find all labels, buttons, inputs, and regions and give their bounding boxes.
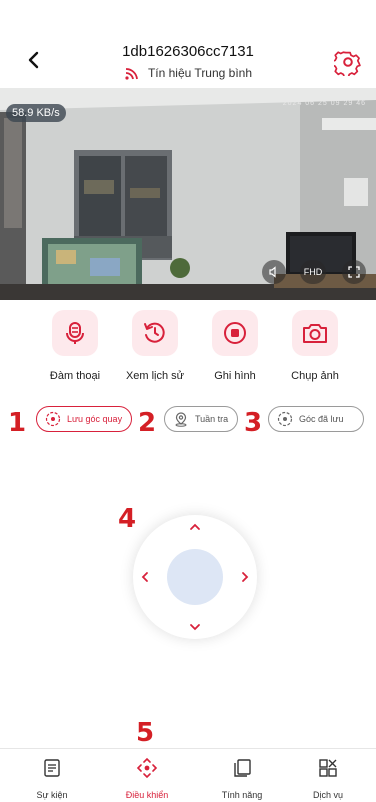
features-stack-icon [234, 759, 251, 777]
action-label-talk: Đàm thoại [49, 370, 101, 382]
bitrate-badge: 58.9 KB/s [6, 104, 66, 122]
fullscreen-button[interactable] [342, 260, 366, 284]
signal-status: Tín hiệu Trung bình [0, 66, 376, 80]
ptz-joystick[interactable] [133, 515, 257, 639]
tab-label-features: Tính năng [221, 790, 263, 800]
action-label-snapshot: Chụp ảnh [291, 370, 339, 382]
saved-angles-label: Góc đã lưu [299, 414, 344, 424]
annotation-4: 4 [118, 504, 137, 534]
joystick-knob[interactable] [167, 549, 223, 605]
settings-gear-icon[interactable] [334, 48, 362, 76]
chevron-left-icon[interactable] [137, 569, 153, 585]
tab-label-events: Sự kiện [36, 790, 68, 800]
tab-features[interactable]: Tính năng [202, 749, 282, 800]
chevron-right-icon[interactable] [237, 569, 253, 585]
action-history[interactable]: Xem lịch sử [110, 310, 200, 382]
fullscreen-icon [348, 266, 360, 278]
device-name: 1db1626306cc7131 [122, 43, 254, 60]
action-icon-container [292, 310, 338, 356]
record-icon [224, 322, 246, 344]
tab-control[interactable]: Điều khiển [107, 749, 187, 800]
patrol-pin-icon [175, 412, 187, 427]
signal-text: Tín hiệu Trung bình [147, 66, 253, 80]
tab-label-services: Dịch vụ [312, 790, 343, 800]
video-timestamp: 2024 06 25 09 29 46 [282, 100, 366, 107]
camera-icon [303, 324, 327, 343]
save-angle-label: Lưu góc quay [67, 414, 123, 424]
action-talk[interactable]: Đàm thoại [30, 310, 120, 382]
header: 1db1626306cc7131 Tín hiệu Trung bình [0, 0, 376, 88]
action-icon-container [132, 310, 178, 356]
ptz-mode-bar: 1 Lưu góc quay 2 Tuần tra 3 Góc đã lưu [0, 402, 376, 436]
wifi-signal-icon [125, 68, 138, 80]
annotation-2: 2 [138, 408, 157, 438]
microphone-icon [66, 322, 84, 344]
services-grid-icon [319, 759, 337, 777]
tab-services[interactable]: Dịch vụ [288, 749, 368, 800]
tab-label-control: Điều khiển [125, 790, 169, 800]
quick-actions: Đàm thoại Xem lịch sử Ghi hình Chụp ảnh [0, 310, 376, 386]
tab-events[interactable]: Sự kiện [12, 749, 92, 800]
bottom-tab-bar: Sự kiện Điều khiển Tính năng Dịch vụ [0, 748, 376, 802]
mute-button[interactable] [262, 260, 286, 284]
speaker-icon [269, 266, 276, 278]
action-label-history: Xem lịch sử [125, 370, 185, 382]
action-icon-container [212, 310, 258, 356]
chevron-up-icon[interactable] [187, 519, 203, 535]
control-dpad-icon [136, 757, 158, 779]
event-list-icon [44, 759, 60, 777]
patrol-button[interactable]: Tuần tra [164, 406, 238, 432]
action-icon-container [52, 310, 98, 356]
action-snapshot[interactable]: Chụp ảnh [270, 310, 360, 382]
quality-button[interactable]: FHD [300, 260, 326, 284]
chevron-down-icon[interactable] [187, 619, 203, 635]
saved-angles-button[interactable]: Góc đã lưu [268, 406, 364, 432]
action-label-record: Ghi hình [214, 370, 256, 382]
annotation-3: 3 [244, 408, 263, 438]
annotation-5: 5 [136, 718, 155, 748]
annotation-1: 1 [8, 408, 27, 438]
patrol-label: Tuần tra [195, 414, 229, 424]
save-angle-button[interactable]: Lưu góc quay [36, 406, 132, 432]
saved-angle-icon [277, 411, 293, 427]
action-record[interactable]: Ghi hình [190, 310, 280, 382]
history-clock-icon [144, 322, 165, 343]
save-angle-icon [45, 411, 61, 427]
quality-label: FHD [303, 267, 323, 277]
